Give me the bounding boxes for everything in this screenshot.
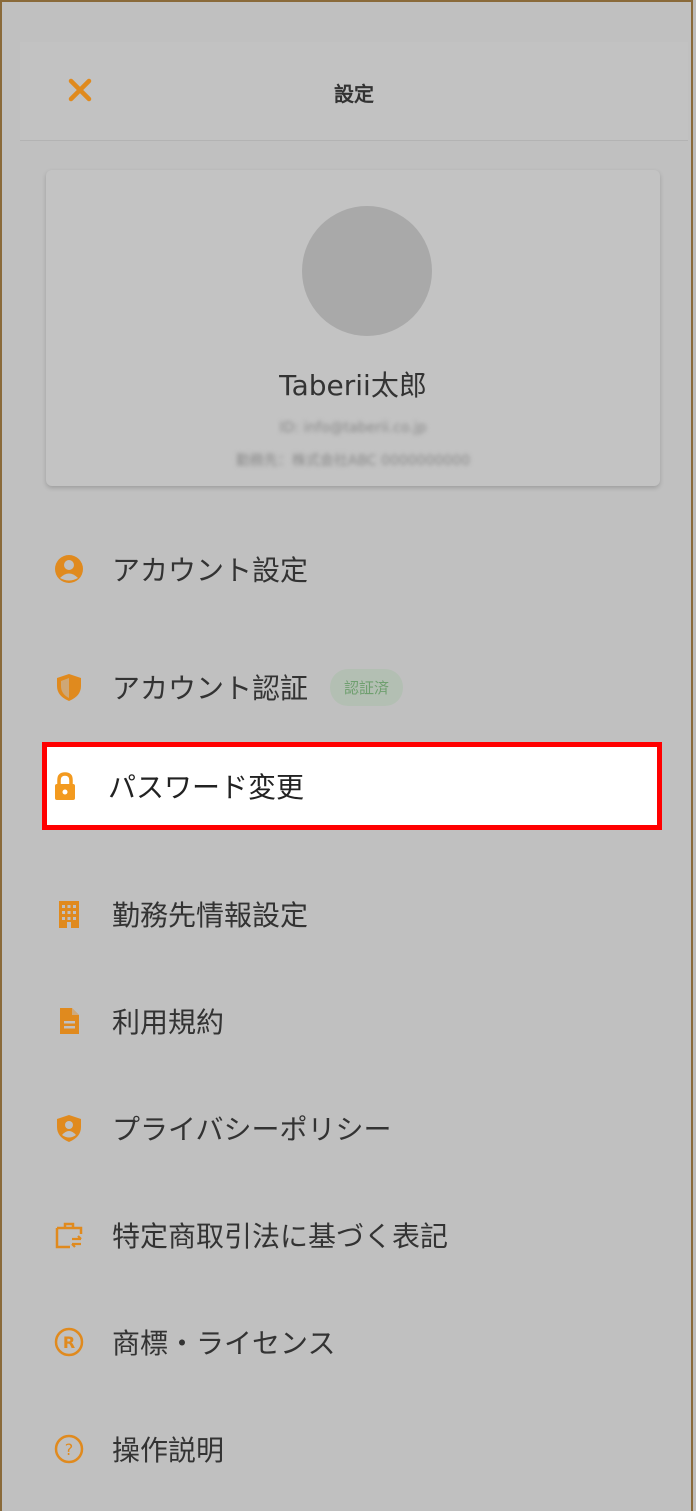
menu-item-privacy-policy[interactable]: プライバシーポリシー bbox=[46, 1086, 660, 1170]
menu-item-operation-guide[interactable]: ? 操作説明 bbox=[46, 1407, 660, 1491]
menu-item-label: パスワード変更 bbox=[108, 771, 305, 804]
svg-text:?: ? bbox=[65, 1440, 74, 1459]
menu-item-label: 商標・ライセンス bbox=[112, 1327, 336, 1360]
page-title: 設定 bbox=[334, 82, 374, 106]
menu-item-label: 利用規約 bbox=[112, 1006, 225, 1039]
help-circle-icon: ? bbox=[54, 1434, 84, 1464]
menu-item-change-password[interactable]: パスワード変更 bbox=[42, 742, 662, 830]
user-email: ID: info@taberii.co.jp bbox=[279, 420, 427, 436]
menu-item-account-verification[interactable]: アカウント認証 認証済 bbox=[46, 645, 660, 729]
settings-screen: 設定 Taberii太郎 ID: info@taberii.co.jp 勤務先：… bbox=[0, 0, 693, 1511]
lock-icon bbox=[50, 771, 80, 801]
avatar bbox=[302, 206, 432, 336]
user-name: Taberii太郎 bbox=[279, 369, 427, 402]
menu-item-trademark-license[interactable]: R 商標・ライセンス bbox=[46, 1300, 660, 1384]
menu-item-terms[interactable]: 利用規約 bbox=[46, 979, 660, 1063]
menu-item-label: プライバシーポリシー bbox=[112, 1113, 392, 1146]
menu-item-label: 操作説明 bbox=[112, 1434, 225, 1467]
user-company: 勤務先：株式会社ABC 0000000000 bbox=[235, 453, 471, 469]
menu-item-account-settings[interactable]: アカウント設定 bbox=[46, 527, 660, 611]
registered-icon: R bbox=[54, 1327, 84, 1357]
menu-item-label: アカウント認証 bbox=[112, 672, 309, 705]
menu-item-label: アカウント設定 bbox=[112, 554, 309, 587]
commerce-icon bbox=[54, 1220, 84, 1250]
menu-item-label: 勤務先情報設定 bbox=[112, 899, 309, 932]
menu-item-label: 特定商取引法に基づく表記 bbox=[112, 1220, 449, 1253]
menu-item-workplace-settings[interactable]: 勤務先情報設定 bbox=[46, 872, 660, 956]
document-icon bbox=[54, 1006, 84, 1036]
privacy-shield-icon bbox=[54, 1113, 84, 1143]
profile-card: Taberii太郎 ID: info@taberii.co.jp 勤務先：株式会… bbox=[46, 170, 660, 486]
header-bar: 設定 bbox=[20, 42, 688, 141]
building-icon bbox=[54, 899, 84, 929]
menu-item-commerce-law[interactable]: 特定商取引法に基づく表記 bbox=[46, 1193, 660, 1277]
user-circle-icon bbox=[54, 554, 84, 584]
svg-text:R: R bbox=[63, 1333, 75, 1352]
shield-icon bbox=[54, 672, 84, 702]
verified-badge: 認証済 bbox=[330, 668, 404, 706]
